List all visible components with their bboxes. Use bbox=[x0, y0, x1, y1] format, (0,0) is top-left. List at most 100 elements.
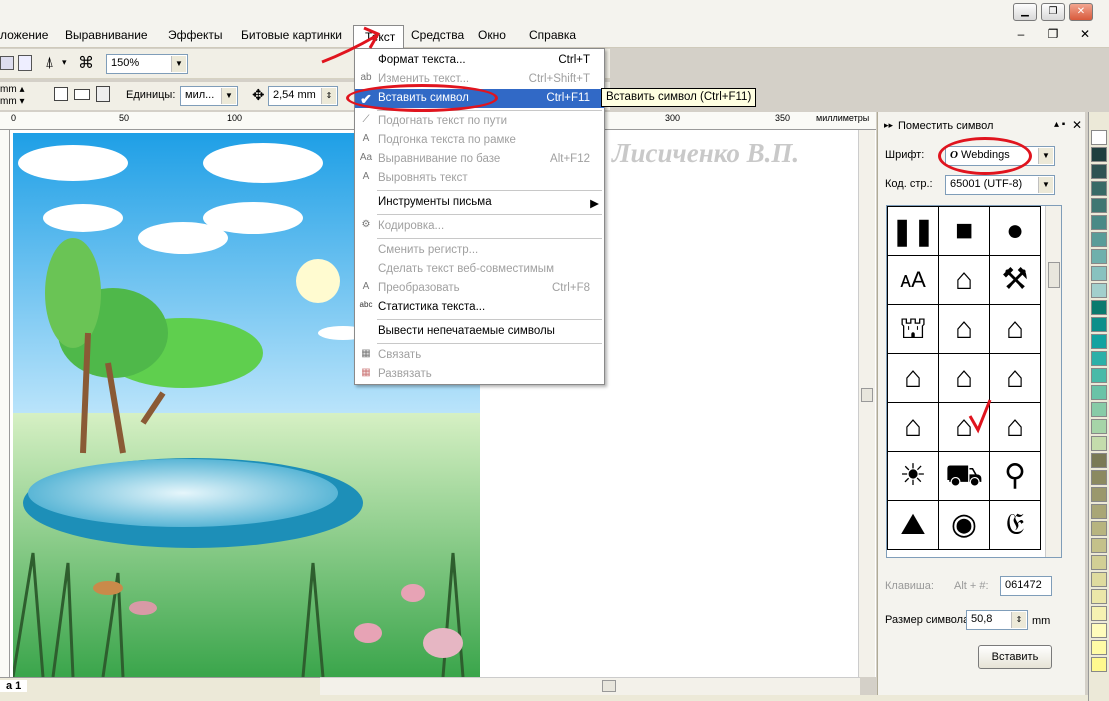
collapse-arrow-icon[interactable]: ▸▸ bbox=[884, 120, 893, 131]
symbol-mountain[interactable]: ⛰ bbox=[887, 500, 939, 550]
palette-swatch[interactable] bbox=[1091, 198, 1107, 213]
spinner-icon[interactable]: ⇕ bbox=[321, 88, 336, 104]
nudge-field[interactable]: 2,54 mm ⇕ bbox=[268, 86, 338, 106]
launch-dropdown-icon[interactable]: ▾ bbox=[62, 57, 67, 68]
palette-swatch[interactable] bbox=[1091, 572, 1107, 587]
palette-swatch[interactable] bbox=[1091, 385, 1107, 400]
symbol-tools[interactable]: ⚒ bbox=[989, 255, 1041, 305]
menu-arrange[interactable]: ложение bbox=[0, 28, 48, 42]
close-button[interactable]: ✕ bbox=[1069, 3, 1093, 21]
symbol-eye[interactable]: ◉ bbox=[938, 500, 990, 550]
menu-writing-tools[interactable]: Инструменты письма ▶ bbox=[355, 193, 604, 212]
menu-fit-text-path[interactable]: ⟋ Подогнать текст по пути bbox=[355, 112, 604, 131]
menu-straighten-text[interactable]: A Выровнять текст bbox=[355, 169, 604, 188]
palette-swatch[interactable] bbox=[1091, 181, 1107, 196]
units-combo[interactable]: мил... ▼ bbox=[180, 86, 238, 106]
menu-make-web-compatible[interactable]: Сделать текст веб-совместимым bbox=[355, 260, 604, 279]
palette-swatch[interactable] bbox=[1091, 249, 1107, 264]
hscroll-thumb[interactable] bbox=[602, 680, 616, 692]
symbol-stop[interactable]: ■ bbox=[938, 206, 990, 256]
palette-swatch[interactable] bbox=[1091, 487, 1107, 502]
palette-swatch[interactable] bbox=[1091, 368, 1107, 383]
menu-link[interactable]: ▦ Связать bbox=[355, 346, 604, 365]
menu-unlink[interactable]: ▦ Развязать bbox=[355, 365, 604, 384]
spinner-icon[interactable]: ⇕ bbox=[1011, 612, 1026, 628]
symbol-scroll-thumb[interactable] bbox=[1048, 262, 1060, 288]
symbol-mailbox[interactable]: ⌂ bbox=[938, 255, 990, 305]
palette-swatch[interactable] bbox=[1091, 232, 1107, 247]
landscape-icon[interactable] bbox=[74, 89, 90, 100]
page-tab-1[interactable]: а 1 bbox=[0, 680, 28, 692]
weld-icon[interactable]: ⌘ bbox=[78, 53, 94, 73]
symbol-record[interactable]: ● bbox=[989, 206, 1041, 256]
symbol-construction[interactable]: ⛫ bbox=[887, 304, 939, 354]
menu-change-case[interactable]: Сменить регистр... bbox=[355, 241, 604, 260]
launch-icon[interactable]: ⍋ bbox=[45, 54, 54, 71]
palette-swatch[interactable] bbox=[1091, 657, 1107, 672]
zoom-combo[interactable]: 150% ▼ bbox=[106, 54, 188, 74]
menu-encoding[interactable]: ⚙ Кодировка... bbox=[355, 217, 604, 236]
portrait-icon[interactable] bbox=[54, 87, 68, 101]
symbol-size-field[interactable]: 50,8 ⇕ bbox=[966, 610, 1028, 630]
restore-button[interactable]: ❐ bbox=[1041, 3, 1065, 21]
palette-swatch[interactable] bbox=[1091, 351, 1107, 366]
palette-swatch[interactable] bbox=[1091, 130, 1107, 145]
key-code-field[interactable]: 061472 bbox=[1000, 576, 1052, 596]
palette-swatch[interactable] bbox=[1091, 317, 1107, 332]
palette-swatch[interactable] bbox=[1091, 606, 1107, 621]
menu-align-baseline[interactable]: Aa Выравнивание по базе Alt+F12 bbox=[355, 150, 604, 169]
palette-swatch[interactable] bbox=[1091, 623, 1107, 638]
palette-swatch[interactable] bbox=[1091, 640, 1107, 655]
vertical-scrollbar[interactable] bbox=[858, 130, 875, 677]
symbol-bank[interactable]: ⌂ bbox=[887, 402, 939, 452]
symbol-road[interactable]: ⛟ bbox=[938, 451, 990, 501]
palette-swatch[interactable] bbox=[1091, 555, 1107, 570]
symbol-ear[interactable]: 𝔈 bbox=[989, 500, 1041, 550]
symbol-factory[interactable]: ⌂ bbox=[989, 353, 1041, 403]
menu-help[interactable]: Справка bbox=[529, 28, 576, 42]
symbol-city[interactable]: ⌂ bbox=[989, 304, 1041, 354]
palette-swatch[interactable] bbox=[1091, 164, 1107, 179]
menu-window[interactable]: Окно bbox=[478, 28, 506, 42]
doc-close-icon[interactable]: ✕ bbox=[1075, 27, 1095, 41]
palette-swatch[interactable] bbox=[1091, 453, 1107, 468]
chevron-down-icon[interactable]: ▼ bbox=[171, 56, 186, 72]
pages-icon[interactable] bbox=[18, 55, 32, 71]
palette-swatch[interactable] bbox=[1091, 334, 1107, 349]
page-layout-icon[interactable] bbox=[96, 86, 110, 102]
symbol-pin[interactable]: ⚲ bbox=[989, 451, 1041, 501]
doc-minimize-icon[interactable]: – bbox=[1011, 27, 1031, 41]
menu-convert[interactable]: A Преобразовать Ctrl+F8 bbox=[355, 279, 604, 298]
chevron-down-icon[interactable]: ▼ bbox=[1038, 148, 1053, 164]
palette-swatch[interactable] bbox=[1091, 215, 1107, 230]
symbol-grid[interactable]: ❚❚ ■ ● ᴀA ⌂ ⚒ ⛫ ⌂ ⌂ ⌂ ⌂ ⌂ ⌂ ⌂ ⌂ ☀ ⛟ ⚲ ⛰ … bbox=[886, 205, 1062, 558]
palette-swatch[interactable] bbox=[1091, 266, 1107, 281]
palette-swatch[interactable] bbox=[1091, 521, 1107, 536]
width-field[interactable]: mm ▴ bbox=[0, 84, 24, 95]
symbol-derelict-house[interactable]: ⌂ bbox=[887, 353, 939, 403]
docker-menu-icon[interactable]: ▴ ▪ bbox=[1054, 119, 1065, 130]
palette-swatch[interactable] bbox=[1091, 402, 1107, 417]
menu-fit-text-frame[interactable]: A Подгонка текста по рамке bbox=[355, 131, 604, 150]
export-icon[interactable] bbox=[0, 56, 14, 70]
symbol-houses[interactable]: ⌂ bbox=[938, 304, 990, 354]
symbol-pause[interactable]: ❚❚ bbox=[887, 206, 939, 256]
horizontal-scrollbar[interactable] bbox=[320, 677, 860, 695]
palette-swatch[interactable] bbox=[1091, 504, 1107, 519]
menu-tools[interactable]: Средства bbox=[411, 28, 464, 42]
palette-swatch[interactable] bbox=[1091, 283, 1107, 298]
codepage-combo[interactable]: 65001 (UTF-8) ▼ bbox=[945, 175, 1055, 195]
minimize-button[interactable]: ▁ bbox=[1013, 3, 1037, 21]
symbol-beach[interactable]: ⌂ bbox=[989, 402, 1041, 452]
menu-effects[interactable]: Эффекты bbox=[168, 28, 223, 42]
doc-restore-icon[interactable]: ❐ bbox=[1043, 27, 1063, 41]
palette-swatch[interactable] bbox=[1091, 470, 1107, 485]
vscroll-thumb[interactable] bbox=[861, 388, 873, 402]
docker-close-icon[interactable]: ✕ bbox=[1072, 118, 1082, 132]
insert-button[interactable]: Вставить bbox=[978, 645, 1052, 669]
symbol-island[interactable]: ☀ bbox=[887, 451, 939, 501]
palette-swatch[interactable] bbox=[1091, 589, 1107, 604]
menu-show-nonprinting[interactable]: Вывести непечатаемые символы bbox=[355, 322, 604, 341]
menu-text-statistics[interactable]: abc Статистика текста... bbox=[355, 298, 604, 317]
chevron-down-icon[interactable]: ▼ bbox=[1038, 177, 1053, 193]
